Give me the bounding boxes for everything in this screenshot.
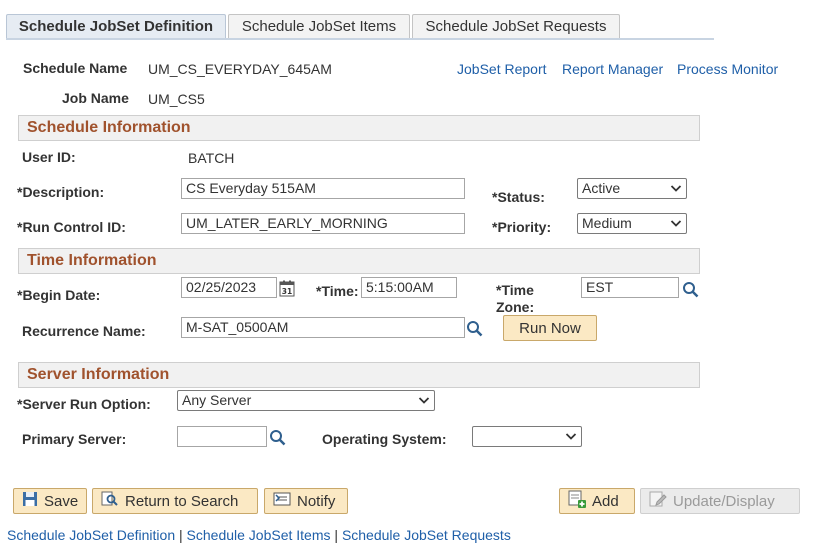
- tab-label: Schedule JobSet Requests: [425, 18, 607, 35]
- tab-schedule-jobset-requests[interactable]: Schedule JobSet Requests: [412, 14, 620, 38]
- footer-link-items[interactable]: Schedule JobSet Items: [187, 527, 331, 543]
- run-now-label: Run Now: [519, 319, 581, 337]
- run-control-id-label: *Run Control ID:: [17, 219, 126, 235]
- search-icon[interactable]: [466, 320, 483, 340]
- chevron-down-icon: [418, 392, 430, 409]
- recurrence-name-label: Recurrence Name:: [22, 323, 146, 339]
- begin-date-input[interactable]: 02/25/2023: [181, 277, 277, 298]
- notify-button[interactable]: Notify: [264, 488, 348, 514]
- search-icon[interactable]: [682, 281, 699, 301]
- priority-label: *Priority:: [492, 219, 552, 235]
- server-run-option-select[interactable]: Any Server: [177, 390, 435, 411]
- add-label: Add: [592, 492, 619, 510]
- tab-label: Schedule JobSet Items: [241, 18, 397, 35]
- add-button[interactable]: Add: [559, 488, 635, 514]
- footer-links: Schedule JobSet Definition | Schedule Jo…: [7, 527, 511, 543]
- search-icon[interactable]: [269, 429, 286, 449]
- status-select[interactable]: Active: [577, 178, 687, 199]
- return-to-search-button[interactable]: Return to Search: [92, 488, 258, 514]
- calendar-day-text: 31: [282, 287, 292, 296]
- server-run-option-value: Any Server: [182, 392, 252, 408]
- footer-separator: |: [330, 527, 342, 543]
- add-icon: [568, 490, 586, 512]
- update-display-button[interactable]: Update/Display: [640, 488, 800, 514]
- time-information-header: Time Information: [18, 248, 700, 274]
- return-to-search-label: Return to Search: [125, 492, 239, 510]
- chevron-down-icon: [565, 428, 577, 445]
- tab-schedule-jobset-definition[interactable]: Schedule JobSet Definition: [6, 14, 226, 38]
- process-monitor-link[interactable]: Process Monitor: [677, 61, 778, 77]
- update-display-icon: [649, 491, 667, 511]
- operating-system-select[interactable]: [472, 426, 582, 447]
- tab-schedule-jobset-items[interactable]: Schedule JobSet Items: [228, 14, 410, 38]
- chevron-down-icon: [670, 180, 682, 197]
- server-run-option-label: *Server Run Option:: [17, 396, 151, 412]
- return-to-search-icon: [101, 491, 119, 511]
- calendar-icon[interactable]: 31: [279, 280, 295, 300]
- priority-value: Medium: [582, 215, 632, 231]
- begin-date-label: *Begin Date:: [17, 287, 101, 303]
- save-icon: [22, 491, 38, 511]
- schedule-name-label: Schedule Name: [23, 60, 128, 76]
- job-name-label: Job Name: [62, 90, 129, 106]
- footer-link-definition[interactable]: Schedule JobSet Definition: [7, 527, 175, 543]
- primary-server-input[interactable]: [177, 426, 267, 447]
- time-zone-label-line1: *Time: [496, 282, 534, 298]
- footer-link-requests[interactable]: Schedule JobSet Requests: [342, 527, 511, 543]
- priority-select[interactable]: Medium: [577, 213, 687, 234]
- save-label: Save: [44, 492, 79, 510]
- primary-server-label: Primary Server:: [22, 431, 127, 447]
- run-now-button[interactable]: Run Now: [503, 315, 597, 341]
- report-manager-link[interactable]: Report Manager: [562, 61, 663, 77]
- tab-label: Schedule JobSet Definition: [18, 18, 214, 35]
- time-input[interactable]: 5:15:00AM: [361, 277, 457, 298]
- recurrence-name-input[interactable]: M-SAT_0500AM: [181, 317, 465, 338]
- user-id-value: BATCH: [188, 150, 235, 166]
- run-control-id-input[interactable]: UM_LATER_EARLY_MORNING: [181, 213, 465, 234]
- update-display-label: Update/Display: [673, 492, 775, 510]
- time-label: *Time:: [316, 283, 359, 299]
- schedule-name-value: UM_CS_EVERYDAY_645AM: [148, 61, 332, 77]
- save-button[interactable]: Save: [13, 488, 87, 514]
- user-id-label: User ID:: [22, 149, 76, 165]
- time-zone-input[interactable]: EST: [581, 277, 679, 298]
- chevron-down-icon: [670, 215, 682, 232]
- server-information-header: Server Information: [18, 362, 700, 388]
- operating-system-label: Operating System:: [322, 431, 447, 447]
- time-zone-label-line2: Zone:: [496, 299, 535, 315]
- notify-icon: [273, 491, 291, 511]
- description-label: *Description:: [17, 184, 105, 200]
- notify-label: Notify: [297, 492, 336, 510]
- jobset-report-link[interactable]: JobSet Report: [457, 61, 547, 77]
- status-label: *Status:: [492, 189, 545, 205]
- schedule-information-header: Schedule Information: [18, 115, 700, 141]
- status-value: Active: [582, 180, 621, 196]
- description-input[interactable]: CS Everyday 515AM: [181, 178, 465, 199]
- job-name-value: UM_CS5: [148, 91, 205, 107]
- tab-underline: [6, 38, 714, 40]
- footer-separator: |: [175, 527, 187, 543]
